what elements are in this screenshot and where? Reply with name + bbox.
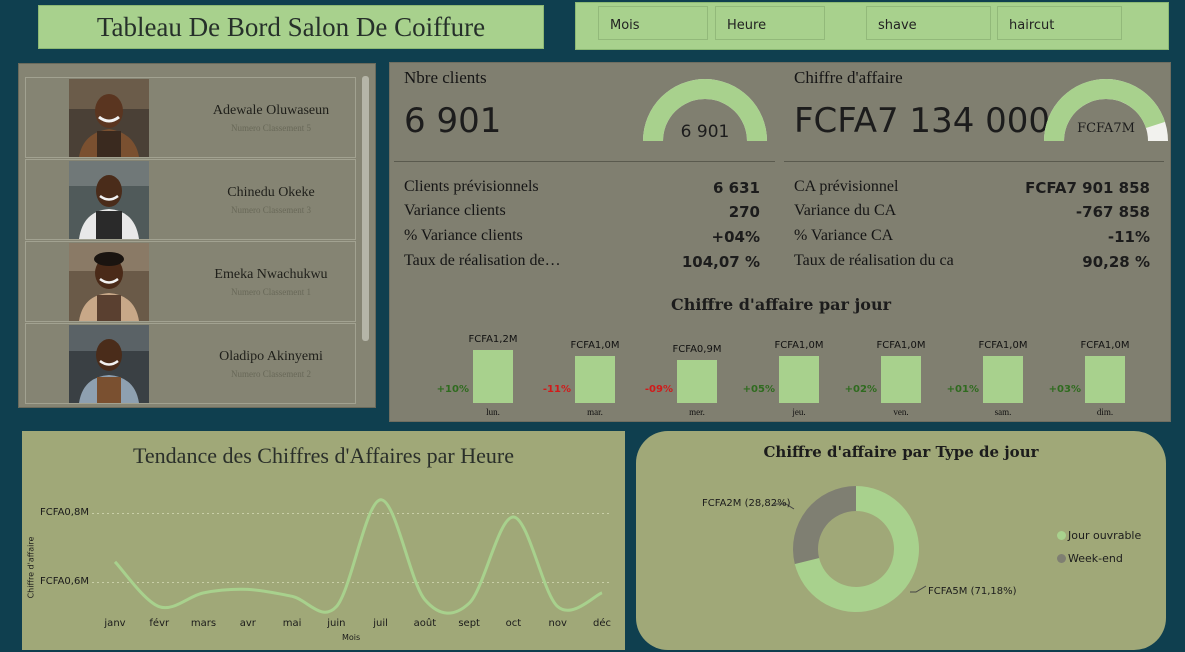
daily-bar-value-label: FCFA0,9M <box>672 344 722 355</box>
daily-bar[interactable] <box>779 356 819 403</box>
daily-bar[interactable] <box>881 356 921 403</box>
list-scrollbar[interactable] <box>362 76 369 341</box>
filter-shave[interactable]: shave <box>866 6 991 40</box>
day-type-panel: Chiffre d'affaire par Type de jour FCFA2… <box>636 431 1166 650</box>
barber-card[interactable]: Oladipo Akinyemi Numero Classement 2 <box>25 323 356 404</box>
daily-bar-value-label: FCFA1,2M <box>468 334 518 345</box>
dashboard-title-box: Tableau De Bord Salon De Coiffure <box>38 5 544 49</box>
daily-bar[interactable] <box>575 356 615 403</box>
daily-bar-value-label: FCFA1,0M <box>570 340 620 351</box>
daily-bar-variance: +03% <box>1048 384 1081 395</box>
barber-rank: Numero Classement 3 <box>231 205 311 215</box>
line-x-tick: févr <box>149 618 170 629</box>
daily-bar-variance: -09% <box>644 384 673 395</box>
legend-item-ouvrable[interactable]: Jour ouvrable <box>1057 529 1141 542</box>
daily-bar-variance: +05% <box>742 384 775 395</box>
barber-photo <box>69 79 149 157</box>
line-x-tick: juil <box>373 618 388 629</box>
legend-label: Jour ouvrable <box>1068 529 1142 542</box>
barber-name: Emeka Nwachukwu <box>214 267 328 282</box>
daily-bar-variance: -11% <box>542 384 571 395</box>
barber-card[interactable]: Emeka Nwachukwu Numero Classement 1 <box>25 241 356 322</box>
barber-rank: Numero Classement 1 <box>231 287 311 297</box>
daily-bar-value-label: FCFA1,0M <box>978 340 1028 351</box>
line-x-tick: oct <box>505 618 522 629</box>
legend-dot <box>1057 554 1066 563</box>
line-x-tick: nov <box>548 618 567 629</box>
filter-bar: Mois Heure shave haircut <box>575 2 1169 50</box>
legend-label: Week-end <box>1068 552 1123 565</box>
barber-name: Chinedu Okeke <box>227 185 315 200</box>
daily-bar-category: dim. <box>1096 407 1114 417</box>
barber-photo <box>69 325 149 403</box>
kpi-panel: Nbre clients 6 901 6 901 Clients prévisi… <box>389 62 1171 422</box>
daily-bar-category: mar. <box>587 407 603 417</box>
filter-mois[interactable]: Mois <box>598 6 708 40</box>
daily-bar-variance: +01% <box>946 384 979 395</box>
line-x-tick: janv <box>104 618 126 629</box>
line-x-tick: août <box>413 618 437 629</box>
line-x-axis-label: Mois <box>342 633 361 642</box>
line-x-tick: mai <box>282 618 302 629</box>
daily-bar-category: lun. <box>486 407 500 417</box>
barber-name: Adewale Oluwaseun <box>212 103 330 118</box>
barber-list-panel: Adewale Oluwaseun Numero Classement 5 Ch… <box>18 63 376 408</box>
daily-bar-chart: FCFA1,2M +10% lun. FCFA1,0M -11% mar. FCFA0,9M… <box>390 63 1172 423</box>
line-x-tick: sept <box>458 618 480 629</box>
line-y-tick: FCFA0,8M <box>40 506 89 518</box>
daily-bar[interactable] <box>473 350 513 403</box>
hourly-trend-panel: Tendance des Chiffres d'Affaires par Heu… <box>22 431 625 650</box>
daily-bar[interactable] <box>1085 356 1125 403</box>
barber-card[interactable]: Adewale Oluwaseun Numero Classement 5 <box>25 77 356 158</box>
legend-dot <box>1057 531 1066 540</box>
daily-bar-category: jeu. <box>792 407 806 417</box>
daily-bar[interactable] <box>677 360 717 403</box>
barber-rank: Numero Classement 5 <box>231 123 311 133</box>
line-x-tick: mars <box>190 618 217 629</box>
line-x-tick: avr <box>239 618 256 629</box>
daily-bar[interactable] <box>983 356 1023 403</box>
daily-bar-value-label: FCFA1,0M <box>876 340 926 351</box>
filter-heure[interactable]: Heure <box>715 6 825 40</box>
daily-bar-variance: +02% <box>844 384 877 395</box>
line-y-tick: FCFA0,6M <box>40 575 89 587</box>
line-y-axis-label: Chiffre d'affaire <box>26 536 36 599</box>
daily-bar-value-label: FCFA1,0M <box>1080 340 1130 351</box>
filter-haircut[interactable]: haircut <box>997 6 1122 40</box>
daily-bar-variance: +10% <box>436 384 469 395</box>
barber-photo <box>69 161 149 239</box>
daily-bar-category: sam. <box>994 407 1012 417</box>
line-x-tick: déc <box>593 618 611 629</box>
line-x-tick: juin <box>327 618 346 629</box>
barber-photo <box>69 243 149 321</box>
dashboard-title: Tableau De Bord Salon De Coiffure <box>96 11 486 42</box>
daily-bar-value-label: FCFA1,0M <box>774 340 824 351</box>
daily-bar-category: mer. <box>689 407 705 417</box>
barber-rank: Numero Classement 2 <box>231 369 311 379</box>
donut-label-weekend: FCFA2M (28,82%) <box>702 498 791 509</box>
line-axis-ticks: FCFA0,6M FCFA0,8M janv févr mars avr mai juin ju… <box>22 431 625 650</box>
legend-item-weekend[interactable]: Week-end <box>1057 552 1123 565</box>
barber-name: Oladipo Akinyemi <box>219 349 323 364</box>
barber-card[interactable]: Chinedu Okeke Numero Classement 3 <box>25 159 356 240</box>
donut-label-ouvrable: FCFA5M (71,18%) <box>928 586 1017 597</box>
daily-bar-category: ven. <box>893 407 909 417</box>
